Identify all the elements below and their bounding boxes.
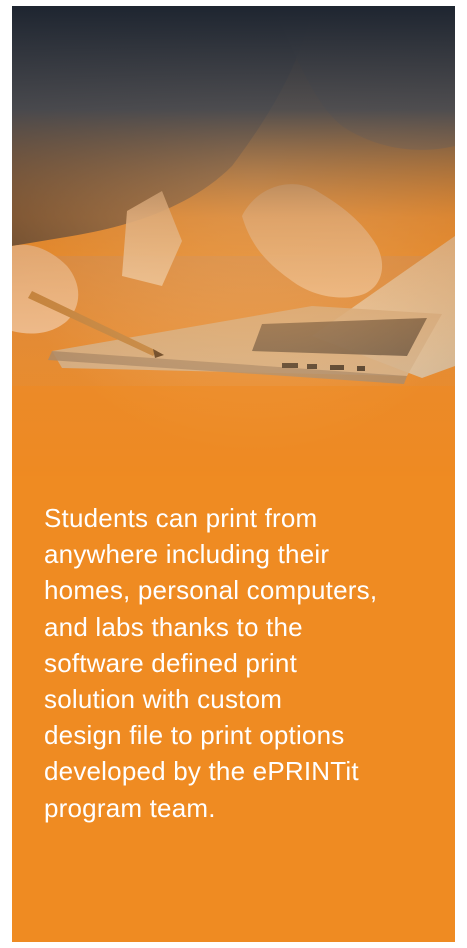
laptop-desk-photo xyxy=(12,6,455,476)
info-card: Students can print from anywhere includi… xyxy=(12,6,455,942)
caption-text: Students can print from anywhere includi… xyxy=(44,503,378,823)
